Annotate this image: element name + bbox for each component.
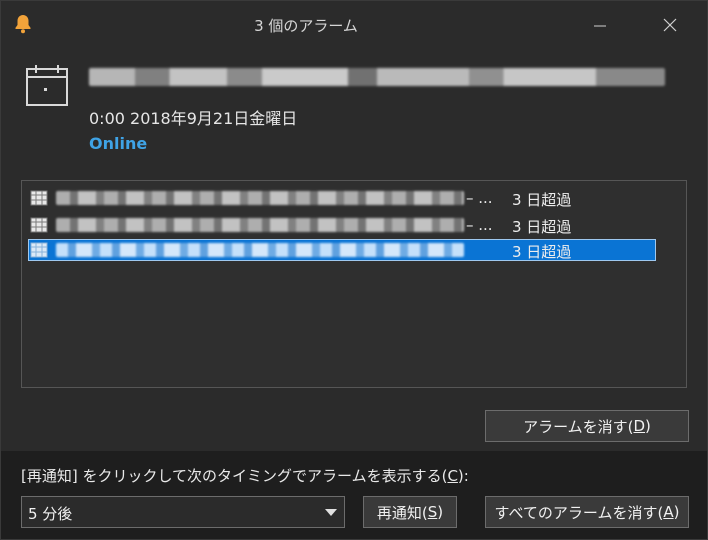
reminder-window: 3 個のアラーム 0:00 2018年9月21日金曜日 Online – ...… — [0, 0, 708, 540]
snooze-accesskey: S — [427, 503, 438, 521]
reminder-subject — [89, 63, 669, 91]
snooze-button[interactable]: 再通知(S) — [363, 496, 457, 528]
calendar-item-icon — [30, 217, 48, 233]
dismiss-all-suffix: ) — [673, 503, 680, 521]
redacted-item-name — [56, 191, 464, 205]
snooze-label-suffix: ): — [457, 467, 469, 485]
reminder-location: Online — [89, 134, 148, 153]
item-ellipsis: – ... — [466, 189, 493, 207]
snooze-selected-value: 5 分後 — [28, 505, 73, 523]
snooze-suffix: ) — [437, 503, 444, 521]
snooze-label: [再通知] をクリックして次のタイミングでアラームを表示する(C): — [21, 465, 469, 486]
reminder-list[interactable]: – ... 3 日超過 – ... 3 日超過 3 日超過 — [21, 180, 687, 388]
title-bar[interactable]: 3 個のアラーム — [1, 1, 707, 47]
calendar-icon — [26, 65, 68, 106]
dismiss-accesskey: D — [633, 417, 646, 435]
item-due: 3 日超過 — [512, 243, 572, 261]
item-due: 3 日超過 — [512, 191, 572, 209]
calendar-item-icon — [30, 190, 48, 206]
window-title: 3 個のアラーム — [254, 17, 358, 35]
dismiss-all-accesskey: A — [663, 503, 674, 521]
dismiss-button[interactable]: アラームを消す(D) — [485, 410, 689, 442]
redacted-item-name — [56, 243, 464, 257]
item-ellipsis: – ... — [466, 216, 493, 234]
snooze-label-text: [再通知] をクリックして次のタイミングでアラームを表示する( — [21, 467, 448, 485]
snooze-select[interactable]: 5 分後 — [21, 496, 345, 528]
dismiss-suffix: ) — [645, 417, 651, 435]
dismiss-all-label: すべてのアラームを消す( — [494, 503, 664, 522]
list-item[interactable]: – ... 3 日超過 — [28, 187, 656, 209]
calendar-item-icon — [30, 242, 48, 258]
minimize-icon — [594, 25, 606, 27]
close-icon — [663, 18, 677, 32]
snooze-label: 再通知( — [376, 503, 428, 522]
list-item-selected[interactable]: 3 日超過 — [28, 239, 656, 261]
chevron-down-icon[interactable] — [322, 503, 340, 521]
reminder-time: 0:00 2018年9月21日金曜日 — [89, 109, 298, 128]
close-button[interactable] — [653, 11, 687, 39]
snooze-label-accesskey: C — [447, 467, 458, 485]
minimize-button[interactable] — [583, 11, 617, 39]
item-due: 3 日超過 — [512, 218, 572, 236]
redacted-subject — [89, 67, 665, 86]
list-item[interactable]: – ... 3 日超過 — [28, 214, 656, 236]
redacted-item-name — [56, 218, 464, 232]
dismiss-label: アラームを消す( — [523, 417, 634, 436]
dismiss-all-button[interactable]: すべてのアラームを消す(A) — [485, 496, 689, 528]
